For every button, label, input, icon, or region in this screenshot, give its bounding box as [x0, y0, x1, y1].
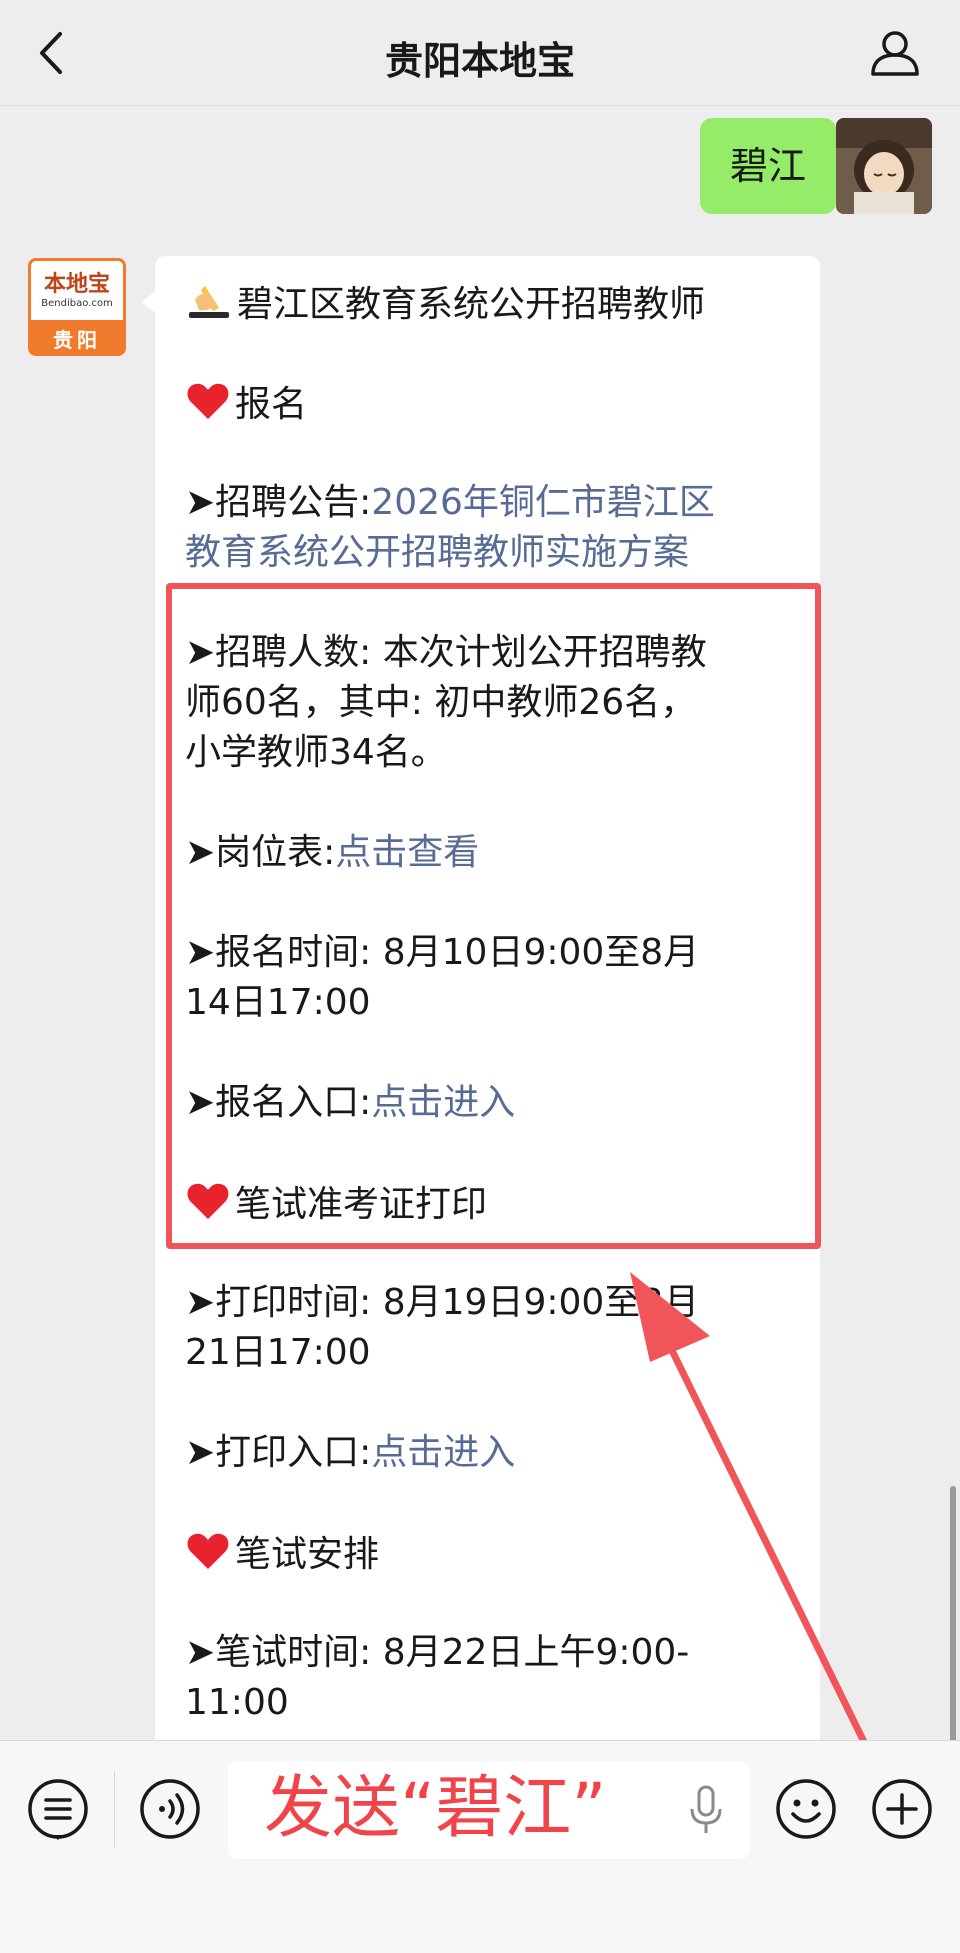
notice-link[interactable]: 2026年铜仁市碧江区	[371, 482, 715, 523]
person-icon[interactable]	[870, 30, 920, 76]
voice-icon[interactable]	[138, 1777, 202, 1841]
signup-entry-line: ➤报名入口:点击进入	[185, 1078, 805, 1128]
avatar-logo-text: 本地宝	[43, 271, 110, 297]
red-heart-icon	[187, 383, 229, 419]
my-message-bubble[interactable]: 碧江	[699, 118, 851, 214]
official-account-avatar[interactable]: 本地宝 Bendibao.com 贵阳	[28, 258, 126, 356]
section-print: 笔试准考证打印	[185, 1178, 805, 1230]
print-time-line-2: 21日17:00	[185, 1332, 371, 1373]
notice-line-1: ➤招聘公告:2026年铜仁市碧江区	[185, 478, 805, 528]
notice-link-line-2[interactable]: 教育系统公开招聘教师实施方案	[185, 528, 805, 578]
section-signup-text: 报名	[235, 384, 308, 425]
user-avatar-image	[836, 118, 932, 214]
section-exam: 笔试安排	[185, 1528, 805, 1580]
print-entry-label: ➤打印入口:	[185, 1432, 372, 1473]
avatar-city-text: 贵阳	[53, 328, 101, 352]
post-table-line: ➤岗位表:点击查看	[185, 828, 805, 878]
signup-entry-link[interactable]: 点击进入	[371, 1082, 515, 1123]
print-entry-link[interactable]: 点击进入	[371, 1432, 515, 1473]
print-time-line-1: ➤打印时间: 8月19日9:00至8月	[185, 1282, 700, 1323]
section-exam-text: 笔试安排	[235, 1534, 380, 1575]
user-avatar[interactable]	[836, 118, 932, 214]
signup-time-line-1: ➤报名时间: 8月10日9:00至8月	[185, 932, 700, 973]
list-icon[interactable]	[26, 1777, 90, 1841]
recruit-count-line-1: ➤招聘人数: 本次计划公开招聘教	[185, 632, 707, 673]
post-table-label: ➤岗位表:	[185, 832, 336, 873]
message-input[interactable]: 发送“碧江”	[228, 1761, 750, 1859]
nav-header: 贵阳本地宝	[0, 0, 960, 106]
smiley-icon[interactable]	[774, 1777, 838, 1841]
signup-time-line-2: 14日17:00	[185, 982, 371, 1023]
input-overlay-text: 发送“碧江”	[264, 1769, 607, 1848]
post-table-link[interactable]: 点击查看	[335, 832, 479, 873]
section-signup: 报名	[185, 378, 805, 430]
exam-time-line-2: 11:00	[185, 1682, 289, 1723]
avatar-domain-text: Bendibao.com	[41, 298, 113, 309]
red-heart-icon	[187, 1183, 229, 1219]
chat-area[interactable]: 碧江 本地宝 Bendibao.com 贵阳 碧江区教育系统公开招聘教师 报名 …	[0, 106, 960, 1740]
writing-hand-icon	[189, 286, 229, 318]
input-toolbar: 发送“碧江”	[0, 1740, 960, 1953]
recruit-count-line-2: 师60名，其中: 初中教师26名，	[185, 682, 697, 723]
print-entry-line: ➤打印入口:点击进入	[185, 1428, 805, 1478]
page-title: 贵阳本地宝	[384, 39, 575, 83]
microphone-icon[interactable]	[688, 1785, 724, 1837]
exam-time-line-1: ➤笔试时间: 8月22日上午9:00-	[185, 1632, 690, 1673]
red-heart-icon	[187, 1533, 229, 1569]
signup-entry-label: ➤报名入口:	[185, 1082, 372, 1123]
reply-message-bubble: 碧江区教育系统公开招聘教师 报名 ➤招聘公告:2026年铜仁市碧江区 教育系统公…	[141, 256, 820, 1740]
section-print-text: 笔试准考证打印	[235, 1184, 488, 1225]
article-heading: 碧江区教育系统公开招聘教师	[185, 278, 805, 330]
recruit-count-line-3: 小学教师34名。	[185, 732, 447, 773]
toolbar-divider	[114, 1771, 115, 1849]
plus-circle-icon[interactable]	[870, 1777, 934, 1841]
heading-text: 碧江区教育系统公开招聘教师	[237, 284, 706, 325]
notice-label: ➤招聘公告:	[185, 482, 372, 523]
scrollbar[interactable]	[950, 1486, 956, 1740]
